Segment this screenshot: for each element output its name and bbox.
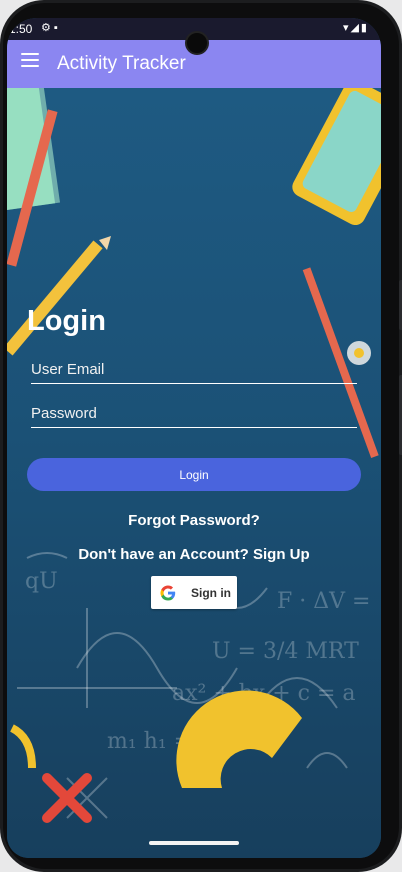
- login-title: Login: [27, 305, 106, 337]
- gesture-nav-handle[interactable]: [149, 841, 239, 845]
- settings-icon: ⚙ ▪: [41, 22, 58, 34]
- email-field[interactable]: User Email: [31, 359, 357, 384]
- login-button[interactable]: Login: [27, 458, 361, 491]
- password-placeholder: Password: [31, 405, 97, 422]
- svg-text:qU: qU: [25, 569, 58, 594]
- svg-text:U = 3/4 MRT: U = 3/4 MRT: [212, 639, 359, 664]
- front-camera: [185, 31, 209, 55]
- google-sign-in-label: Sign in: [191, 585, 231, 600]
- google-sign-in-button[interactable]: Sign in: [151, 576, 237, 609]
- password-field[interactable]: Password: [31, 403, 357, 428]
- app-screen: 1:50 ⚙ ▪ ▾◢▮ Activity Tracker U = 3/4 MR…: [7, 18, 381, 858]
- app-title: Activity Tracker: [57, 53, 186, 74]
- google-logo-icon: [160, 585, 176, 600]
- svg-text:F · ΔV =: F · ΔV =: [277, 589, 370, 614]
- menu-icon[interactable]: [21, 53, 39, 67]
- email-placeholder: User Email: [31, 361, 105, 378]
- signup-link[interactable]: Don't have an Account? Sign Up: [7, 546, 381, 563]
- phone-frame: 1:50 ⚙ ▪ ▾◢▮ Activity Tracker U = 3/4 MR…: [0, 0, 402, 872]
- status-time: 1:50: [9, 22, 33, 36]
- forgot-password-link[interactable]: Forgot Password?: [7, 512, 381, 529]
- battery-icon: ▾◢▮: [342, 22, 369, 34]
